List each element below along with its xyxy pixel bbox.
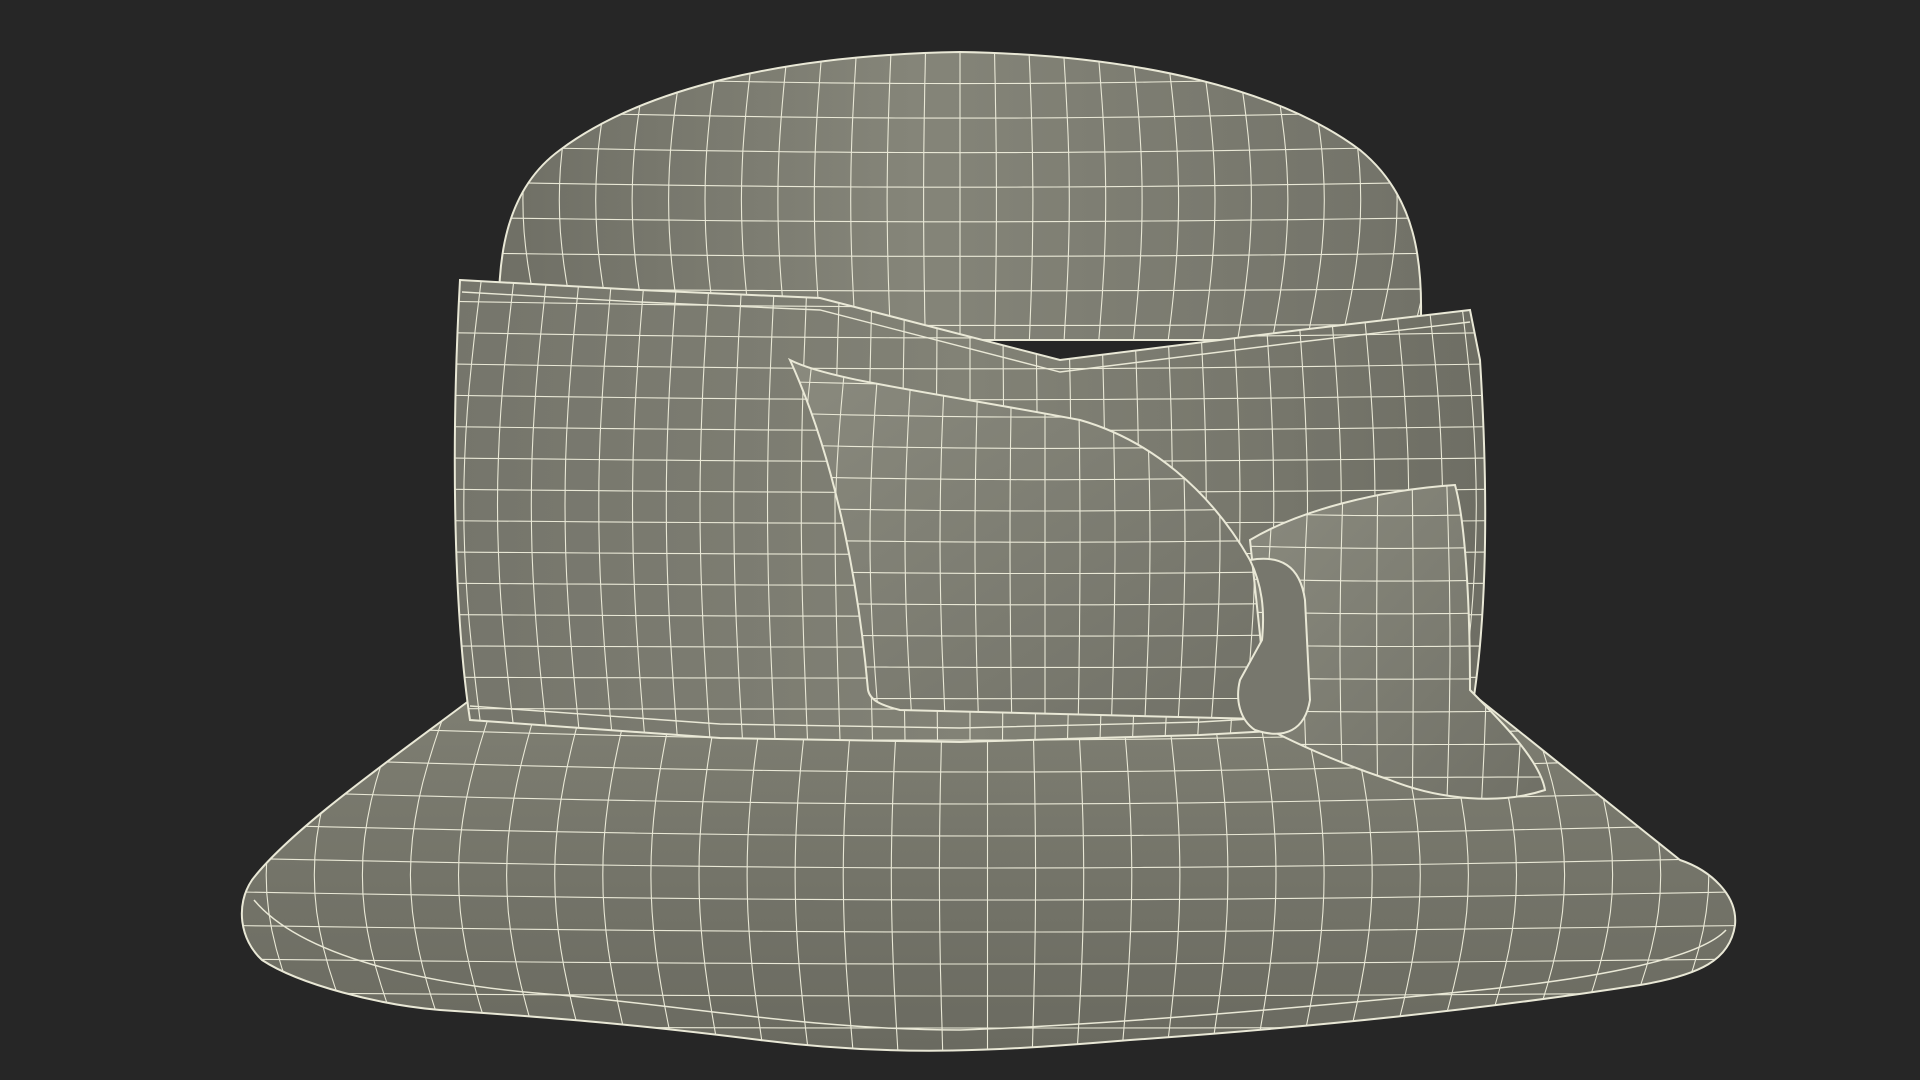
- hat-model-render: [240, 50, 1737, 1052]
- render-viewport: [0, 0, 1920, 1080]
- hat-brim: [240, 698, 1737, 1052]
